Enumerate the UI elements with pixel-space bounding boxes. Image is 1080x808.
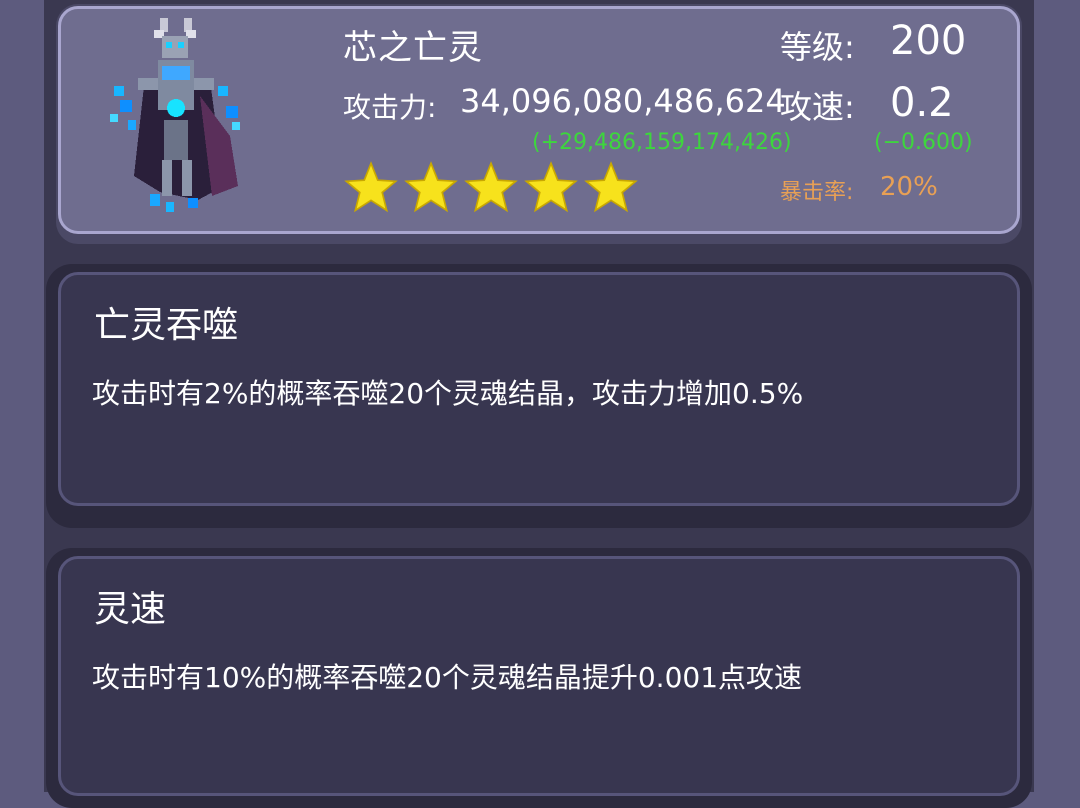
- star-icon: [584, 161, 638, 213]
- level-label: 等级:: [780, 28, 855, 66]
- star-rating: [343, 160, 639, 216]
- level-value: 200: [890, 18, 967, 64]
- skill-title: 灵速: [94, 589, 167, 630]
- attack-speed-bonus: (−0.600): [874, 130, 973, 155]
- attack-speed-value: 0.2: [890, 80, 954, 126]
- star-icon: [344, 161, 398, 213]
- attack-label: 攻击力:: [343, 91, 437, 124]
- skill-title: 亡灵吞噬: [94, 305, 239, 346]
- attack-speed-label: 攻速:: [780, 88, 855, 126]
- attack-value: 34,096,080,486,624: [460, 82, 786, 120]
- skill-description: 攻击时有10%的概率吞噬20个灵魂结晶提升0.001点攻速: [92, 661, 803, 694]
- crit-rate-value: 20%: [880, 172, 938, 202]
- hero-name: 芯之亡灵: [343, 28, 483, 68]
- star-icon: [464, 161, 518, 213]
- star-icon: [524, 161, 578, 213]
- undead-knight-portrait-icon: [110, 18, 240, 212]
- star-icon: [404, 161, 458, 213]
- skill-description: 攻击时有2%的概率吞噬20个灵魂结晶，攻击力增加0.5%: [92, 377, 804, 410]
- crit-rate-label: 暴击率:: [780, 180, 854, 205]
- attack-bonus: (+29,486,159,174,426): [532, 130, 792, 155]
